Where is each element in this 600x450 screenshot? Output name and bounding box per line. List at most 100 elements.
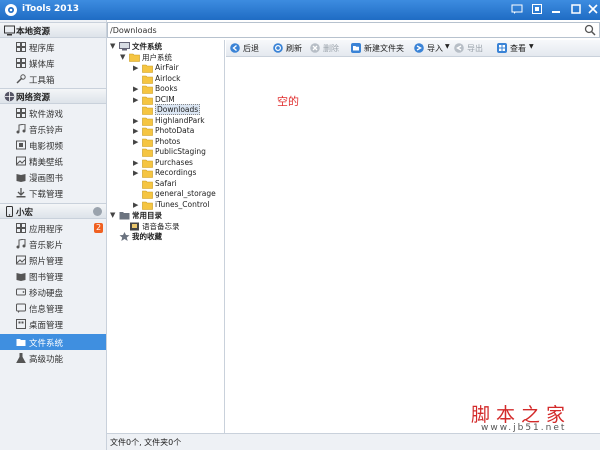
minimize-icon[interactable] bbox=[550, 3, 562, 15]
sidebar-item-movies-videos[interactable]: 电影视频 bbox=[0, 137, 106, 153]
back-button[interactable]: 后退 bbox=[230, 43, 264, 54]
sidebar-item-comics-books[interactable]: 漫画图书 bbox=[0, 169, 106, 185]
dropdown-arrow-icon: ▼ bbox=[529, 43, 534, 50]
collapsed-arrow-icon[interactable]: ▶ bbox=[133, 201, 141, 210]
tree-folder-label: PublicStaging bbox=[155, 147, 206, 156]
import-button[interactable]: 导入 ▼ bbox=[414, 43, 450, 54]
globe-icon bbox=[4, 91, 15, 102]
sidebar-item-music-ringtones[interactable]: 音乐铃声 bbox=[0, 121, 106, 137]
sidebar-item-label: 精美壁纸 bbox=[29, 158, 64, 168]
star-icon bbox=[119, 232, 130, 241]
close-icon[interactable] bbox=[587, 3, 599, 15]
app-logo-icon bbox=[5, 4, 17, 16]
sidebar-item-label: 应用程序 bbox=[29, 225, 64, 235]
sidebar-item-label: 照片管理 bbox=[29, 257, 64, 267]
view-button[interactable]: 查看 ▼ bbox=[497, 43, 535, 54]
collapsed-arrow-icon[interactable]: ▶ bbox=[133, 169, 141, 178]
sidebar-item-photo-manager[interactable]: 照片管理 bbox=[0, 252, 106, 268]
app-title: iTools 2013 bbox=[22, 4, 80, 14]
sidebar-item-message-manager[interactable]: 信息管理 bbox=[0, 300, 106, 316]
folder-open-icon bbox=[129, 53, 140, 62]
sidebar-item-advanced-features[interactable]: 高级功能 bbox=[0, 350, 106, 366]
sidebar-item-media-library[interactable]: 媒体库 bbox=[0, 55, 106, 71]
settings-icon[interactable] bbox=[531, 3, 543, 15]
export-icon bbox=[454, 43, 464, 53]
folder-icon bbox=[142, 138, 153, 147]
sidebar-item-label: 工具箱 bbox=[29, 76, 55, 86]
refresh-button[interactable]: 刷新 bbox=[273, 43, 307, 54]
collapsed-arrow-icon[interactable]: ▶ bbox=[133, 96, 141, 105]
feedback-icon[interactable] bbox=[511, 3, 523, 15]
tree-folder-label: DCIM bbox=[155, 94, 175, 104]
folder-icon bbox=[16, 339, 26, 346]
folder-icon bbox=[142, 159, 153, 168]
new-folder-button[interactable]: 新建文件夹 bbox=[351, 43, 404, 54]
sidebar-item-toolbox[interactable]: 工具箱 bbox=[0, 71, 106, 87]
folder-icon bbox=[142, 201, 153, 210]
update-count-badge: 2 bbox=[94, 223, 103, 233]
new-folder-icon bbox=[351, 43, 361, 53]
empty-message: 空的 bbox=[277, 95, 299, 108]
sidebar-item-software-games[interactable]: 软件游戏 bbox=[0, 105, 106, 121]
sidebar-item-wallpapers[interactable]: 精美壁纸 bbox=[0, 153, 106, 169]
sidebar-item-applications[interactable]: 应用程序 2 bbox=[0, 220, 106, 236]
delete-button[interactable]: 删除 bbox=[310, 43, 344, 54]
desktop-icon bbox=[16, 319, 26, 329]
folder-icon bbox=[119, 212, 130, 220]
sidebar-item-music-movies[interactable]: 音乐影片 bbox=[0, 236, 106, 252]
collapsed-arrow-icon[interactable]: ▶ bbox=[133, 64, 141, 73]
sidebar-item-book-manager[interactable]: 图书管理 bbox=[0, 268, 106, 284]
view-grid-icon bbox=[497, 43, 507, 53]
collapsed-arrow-icon[interactable]: ▶ bbox=[133, 85, 141, 94]
watermark: 脚本之家 www.jb51.net bbox=[471, 400, 596, 436]
film-icon bbox=[16, 140, 26, 150]
tree-node-label: 常用目录 bbox=[132, 211, 162, 220]
section-device[interactable]: 小宏 bbox=[0, 203, 106, 219]
section-network-resources[interactable]: 网络资源 bbox=[0, 88, 106, 104]
section-local-resources[interactable]: 本地资源 bbox=[0, 22, 106, 38]
picture-icon bbox=[16, 156, 26, 166]
tree-folder-label: Books bbox=[155, 84, 178, 93]
expanded-arrow-icon[interactable]: ▼ bbox=[120, 53, 128, 62]
collapsed-arrow-icon[interactable]: ▶ bbox=[133, 117, 141, 126]
phone-icon bbox=[6, 206, 13, 217]
status-bar: 文件0个, 文件夹0个 bbox=[107, 433, 600, 450]
collapsed-arrow-icon[interactable]: ▶ bbox=[133, 127, 141, 136]
voice-memo-icon bbox=[130, 222, 139, 231]
book-icon bbox=[16, 273, 26, 281]
message-icon bbox=[16, 303, 26, 313]
maximize-icon[interactable] bbox=[570, 3, 582, 15]
device-settings-icon[interactable] bbox=[93, 207, 102, 216]
tree-folder-label: AirFair bbox=[155, 63, 179, 72]
file-list-area[interactable]: 空的 脚本之家 www.jb51.net bbox=[226, 58, 600, 433]
sidebar-item-program-library[interactable]: 程序库 bbox=[0, 39, 106, 55]
search-icon[interactable] bbox=[584, 24, 596, 36]
sidebar-item-mobile-disk[interactable]: 移动硬盘 bbox=[0, 284, 106, 300]
sidebar-item-file-system[interactable]: 文件系统 bbox=[0, 334, 106, 350]
expanded-arrow-icon[interactable]: ▼ bbox=[110, 211, 118, 220]
view-button-label: 查看 bbox=[510, 44, 526, 53]
watermark-url: www.jb51.net bbox=[481, 423, 567, 433]
title-bar: iTools 2013 bbox=[0, 0, 600, 20]
expanded-arrow-icon[interactable]: ▼ bbox=[110, 42, 118, 51]
tree-folder-label: Airlock bbox=[155, 73, 181, 83]
download-icon bbox=[16, 188, 26, 198]
book-icon bbox=[16, 174, 26, 182]
grid-icon bbox=[16, 108, 26, 118]
path-input[interactable] bbox=[110, 24, 580, 36]
computer-icon bbox=[4, 25, 15, 36]
tree-folder-label: HighlandPark bbox=[155, 115, 205, 125]
tree-node-label: 我的收藏 bbox=[132, 232, 162, 241]
sidebar-item-label: 桌面管理 bbox=[29, 321, 64, 331]
delete-icon bbox=[310, 43, 320, 53]
sidebar-item-download-manager[interactable]: 下载管理 bbox=[0, 185, 106, 201]
grid-icon bbox=[16, 223, 26, 233]
tree-folder-label: iTunes_Control bbox=[155, 199, 210, 209]
sidebar: 本地资源 程序库 媒体库 工具箱 网络资源 软件游戏 音乐铃声 电影视频 精美壁… bbox=[0, 20, 107, 450]
collapsed-arrow-icon[interactable]: ▶ bbox=[133, 159, 141, 168]
sidebar-item-label: 媒体库 bbox=[29, 60, 55, 70]
sidebar-item-desktop-manager[interactable]: 桌面管理 bbox=[0, 316, 106, 332]
export-button[interactable]: 导出 bbox=[454, 43, 488, 54]
collapsed-arrow-icon[interactable]: ▶ bbox=[133, 138, 141, 147]
sidebar-item-label: 下载管理 bbox=[29, 190, 64, 200]
